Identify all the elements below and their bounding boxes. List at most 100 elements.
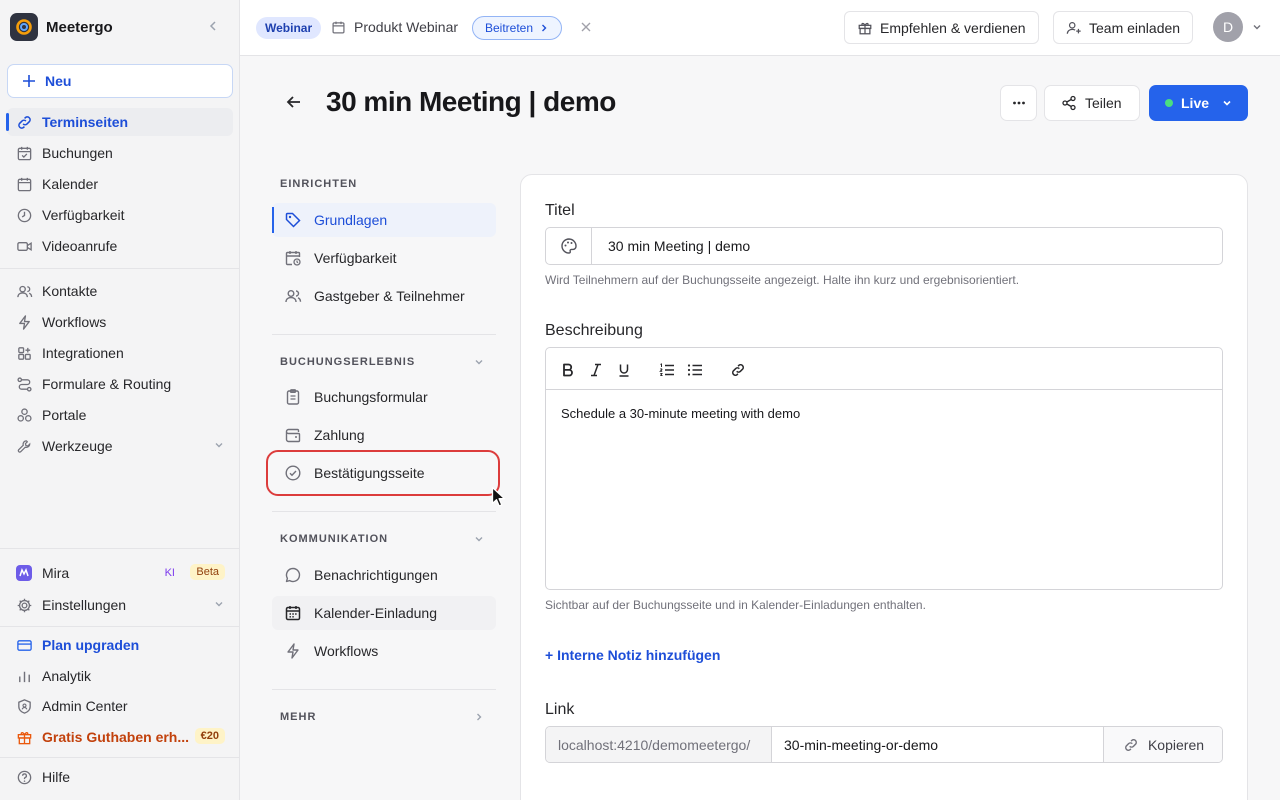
copy-label: Kopieren: [1147, 736, 1205, 753]
user-plus-icon: [1066, 21, 1081, 34]
close-icon[interactable]: [580, 21, 592, 33]
sidebar-item-hilfe[interactable]: Hilfe: [7, 763, 233, 791]
bar-chart-icon: [14, 666, 34, 686]
settings-nav-zahlung[interactable]: Zahlung: [272, 418, 496, 452]
sidebar-item-label: Workflows: [42, 314, 107, 330]
section-label-mehr[interactable]: MEHR: [280, 711, 316, 723]
bold-icon[interactable]: [557, 359, 579, 381]
sidebar-item-label: Hilfe: [42, 769, 71, 785]
top-bar: Webinar Produkt Webinar Beitreten Empfeh…: [240, 0, 1280, 56]
chevron-down-icon: [1223, 100, 1231, 106]
italic-icon[interactable]: [585, 359, 607, 381]
sidebar-item-admin-center[interactable]: Admin Center: [7, 692, 233, 720]
sidebar-item-label: Kalender: [42, 176, 99, 192]
settings-nav-label: Workflows: [314, 643, 379, 659]
sidebar-item-label: Formulare & Routing: [42, 376, 172, 392]
brand-name: Meetergo: [46, 18, 113, 36]
link-slug-input[interactable]: [784, 737, 1094, 753]
title-input[interactable]: [608, 238, 1188, 254]
sidebar-item-einstellungen[interactable]: Einstellungen: [7, 591, 233, 619]
copy-link-button[interactable]: Kopieren: [1103, 727, 1222, 762]
more-options-button[interactable]: [1000, 85, 1037, 121]
description-text[interactable]: Schedule a 30-minute meeting with demo: [561, 406, 800, 421]
chevron-down-icon[interactable]: [473, 533, 485, 545]
check-circle-icon: [284, 464, 304, 482]
sidebar-item-terminseiten[interactable]: Terminseiten: [6, 108, 233, 136]
sidebar-divider: [0, 626, 240, 627]
route-icon: [14, 374, 34, 394]
sidebar-item-label: Plan upgraden: [42, 637, 140, 653]
sidebar-item-portale[interactable]: Portale: [7, 401, 233, 429]
new-button[interactable]: Neu: [7, 64, 233, 98]
section-label-kommunikation: KOMMUNIKATION: [280, 533, 389, 545]
refer-earn-button[interactable]: Empfehlen & verdienen: [844, 11, 1039, 44]
underline-icon[interactable]: [613, 359, 635, 381]
wallet-icon: [284, 426, 304, 444]
sidebar-divider: [0, 757, 240, 758]
chevron-right-icon[interactable]: [473, 711, 485, 723]
webinar-name: Produkt Webinar: [354, 19, 459, 35]
chevron-down-icon[interactable]: [473, 356, 485, 368]
gear-icon: [14, 595, 34, 615]
sidebar-item-kontakte[interactable]: Kontakte: [7, 277, 233, 305]
sidebar-item-buchungen[interactable]: Buchungen: [7, 139, 233, 167]
sidebar-item-label: Portale: [42, 407, 87, 423]
sidebar-item-label: Kontakte: [42, 283, 98, 299]
settings-nav-grundlagen[interactable]: Grundlagen: [272, 203, 496, 237]
gift-icon: [858, 22, 872, 34]
settings-nav-bestaetigungsseite[interactable]: Bestätigungsseite: [266, 450, 500, 496]
section-label-einrichten: EINRICHTEN: [280, 178, 358, 190]
sidebar-item-werkzeuge[interactable]: Werkzeuge: [7, 432, 233, 460]
settings-nav-benachrichtigungen[interactable]: Benachrichtigungen: [272, 558, 496, 592]
sidebar-item-mira[interactable]: Mira KI Beta: [7, 559, 233, 587]
sidebar-item-verfuegbarkeit[interactable]: Verfügbarkeit: [7, 201, 233, 229]
join-webinar-button[interactable]: Beitreten: [472, 16, 563, 40]
description-label: Beschreibung: [545, 322, 643, 339]
lightning-icon: [14, 312, 34, 332]
invite-team-button[interactable]: Team einladen: [1053, 11, 1194, 44]
live-label: Live: [1181, 95, 1210, 111]
settings-nav-label: Verfügbarkeit: [314, 250, 397, 266]
link-field: localhost:4210/demomeetergo/ Kopieren: [545, 726, 1223, 763]
settings-nav-verfuegbarkeit[interactable]: Verfügbarkeit: [272, 241, 496, 275]
live-status-button[interactable]: Live: [1149, 85, 1248, 121]
share-button[interactable]: Teilen: [1044, 85, 1140, 121]
title-label: Titel: [545, 202, 575, 219]
settings-nav-workflows[interactable]: Workflows: [272, 634, 496, 668]
sidebar-item-analytik[interactable]: Analytik: [7, 662, 233, 690]
sidebar-item-label: Analytik: [42, 668, 92, 684]
sidebar-item-kalender[interactable]: Kalender: [7, 170, 233, 198]
credit-badge: €20: [194, 728, 225, 744]
ordered-list-icon[interactable]: [656, 359, 678, 381]
palette-icon[interactable]: [546, 228, 592, 264]
chevron-down-icon[interactable]: [1251, 21, 1263, 33]
sidebar-item-workflows[interactable]: Workflows: [7, 308, 233, 336]
gift-icon: [14, 727, 34, 747]
settings-divider: [272, 511, 496, 512]
settings-nav-label: Bestätigungsseite: [314, 465, 425, 481]
invite-label: Team einladen: [1089, 19, 1181, 36]
settings-nav-buchungsformular[interactable]: Buchungsformular: [272, 380, 496, 414]
avatar[interactable]: D: [1213, 12, 1243, 42]
settings-divider: [272, 689, 496, 690]
back-arrow-icon[interactable]: [285, 93, 303, 111]
meetergo-logo-icon: [10, 13, 38, 41]
calendar-check-icon: [14, 143, 34, 163]
bullet-list-icon[interactable]: [684, 359, 706, 381]
sidebar-item-formulare-routing[interactable]: Formulare & Routing: [7, 370, 233, 398]
sidebar-item-integrationen[interactable]: Integrationen: [7, 339, 233, 367]
settings-nav-kalender-einladung[interactable]: Kalender-Einladung: [272, 596, 496, 630]
sidebar-item-plan-upgraden[interactable]: Plan upgraden: [7, 631, 233, 659]
link-icon[interactable]: [727, 359, 749, 381]
sidebar-item-label: Verfügbarkeit: [42, 207, 125, 223]
sidebar-item-gratis-guthaben[interactable]: Gratis Guthaben erh... €20: [7, 723, 233, 751]
sidebar-item-videoanrufe[interactable]: Videoanrufe: [7, 232, 233, 260]
brand[interactable]: Meetergo: [10, 13, 230, 41]
page-title: 30 min Meeting | demo: [326, 86, 616, 117]
settings-nav-gastgeber[interactable]: Gastgeber & Teilnehmer: [272, 279, 496, 313]
calendar-days-icon: [284, 604, 304, 622]
collapse-sidebar-icon[interactable]: [206, 19, 220, 33]
sidebar-item-label: Mira: [42, 565, 70, 581]
add-internal-note-link[interactable]: + Interne Notiz hinzufügen: [545, 647, 720, 663]
settings-nav-label: Grundlagen: [314, 212, 388, 228]
